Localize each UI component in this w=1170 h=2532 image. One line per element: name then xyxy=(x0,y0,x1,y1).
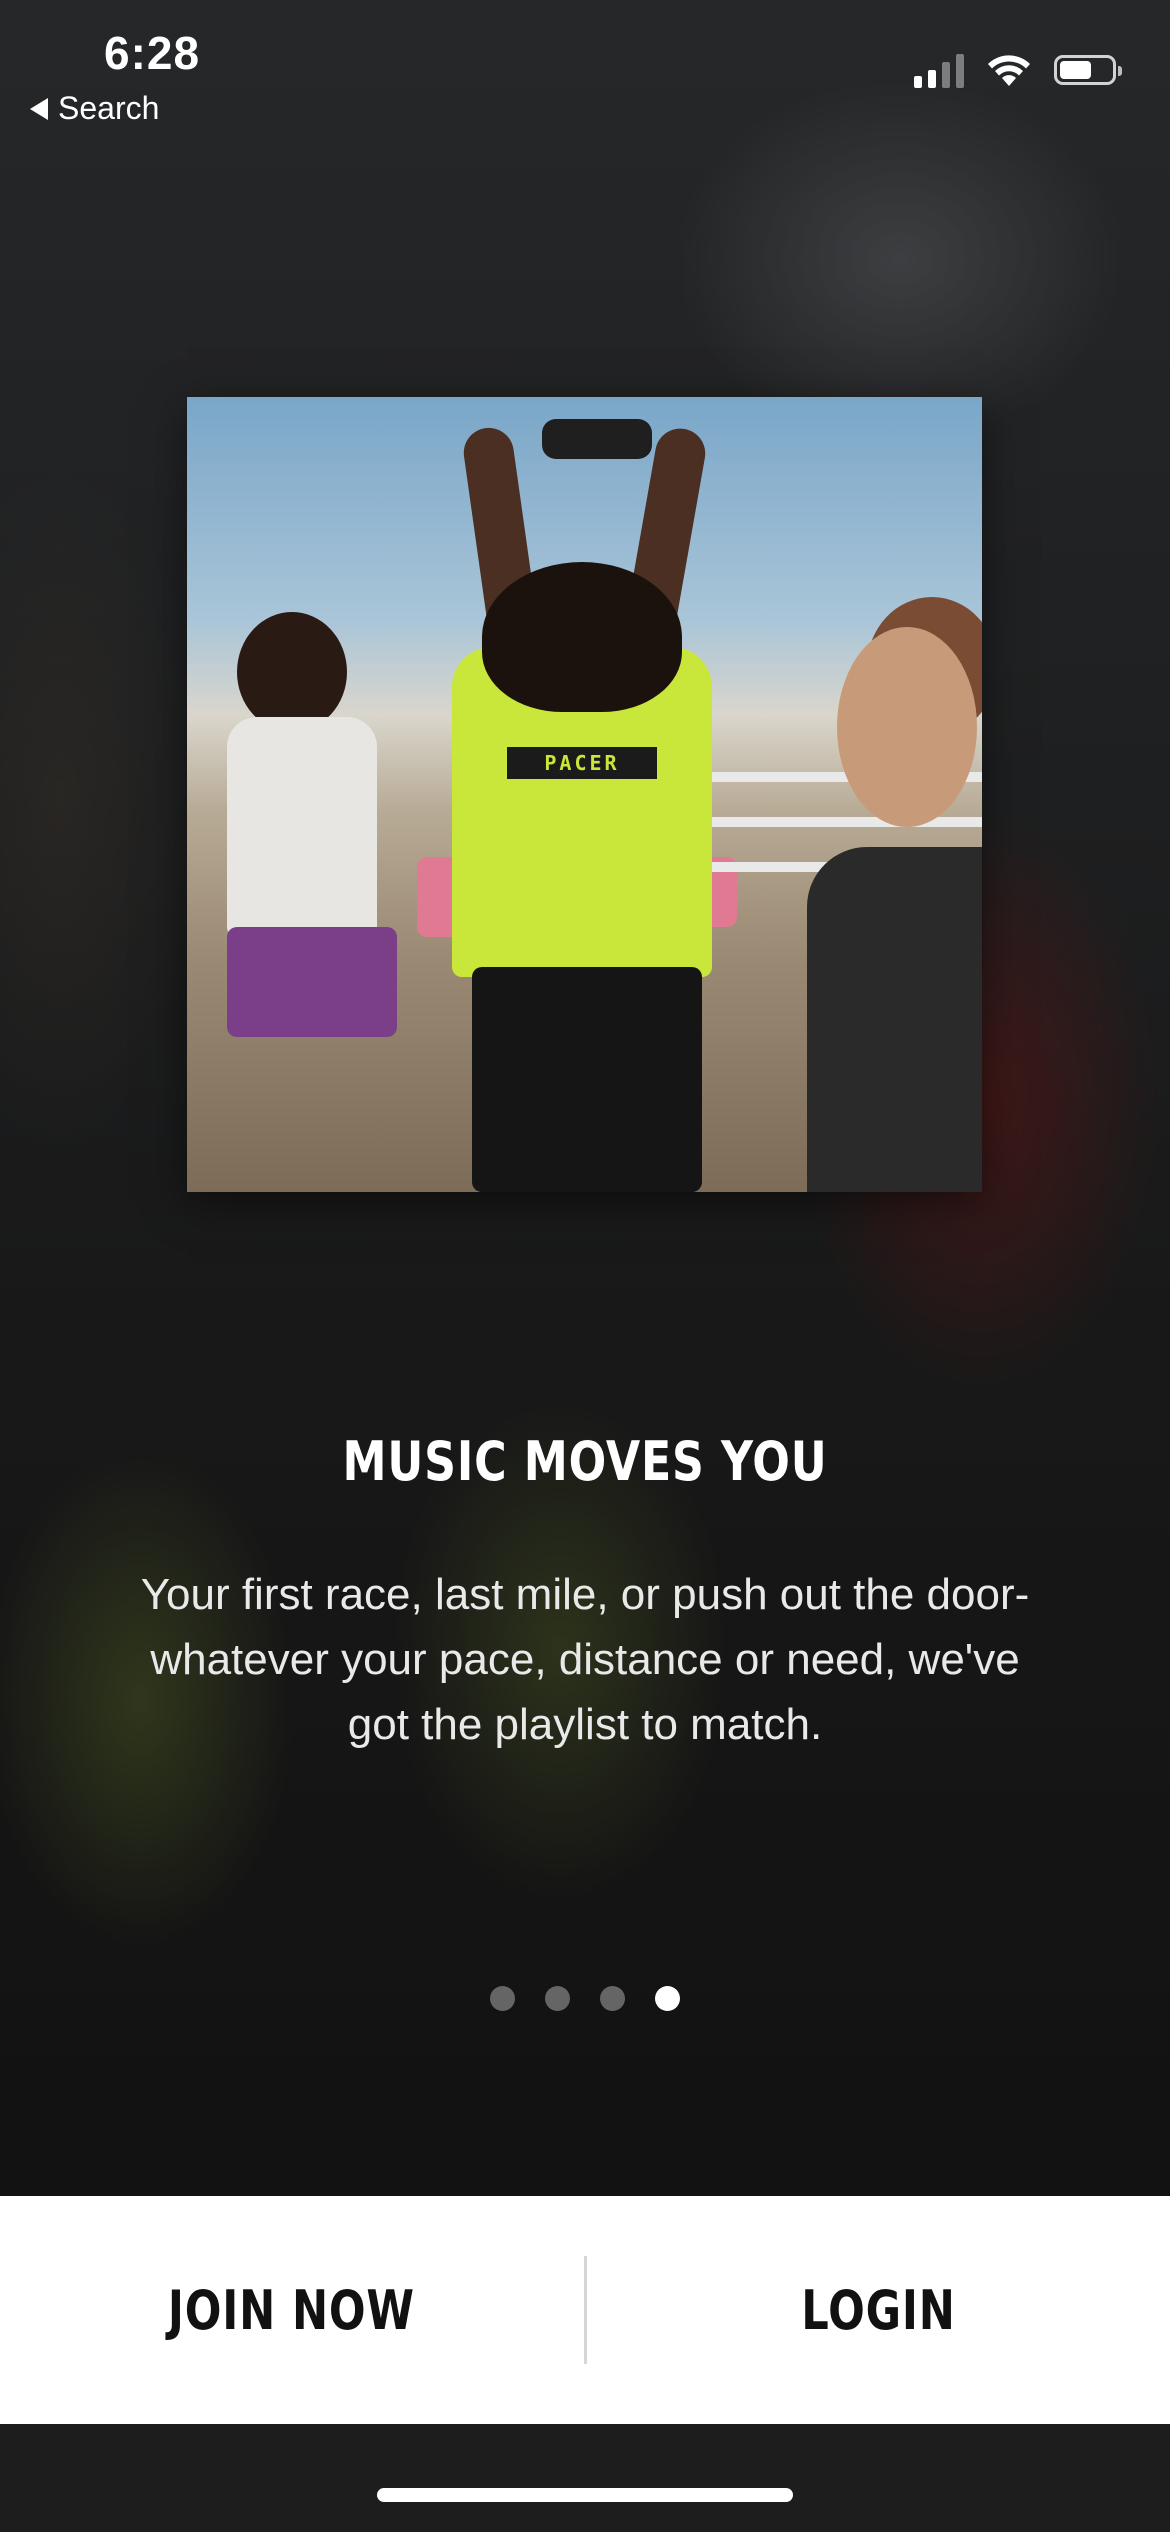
onboarding-description: Your first race, last mile, or push out … xyxy=(140,1570,1030,1749)
status-time: 6:28 xyxy=(104,27,201,79)
page-dot-2[interactable] xyxy=(545,1986,570,2011)
join-now-label: JOIN NOW xyxy=(168,2278,416,2342)
page-dot-3[interactable] xyxy=(600,1986,625,2011)
status-icons xyxy=(914,52,1122,88)
action-bar: JOIN NOW LOGIN xyxy=(0,2196,1170,2424)
page-indicator[interactable] xyxy=(0,1986,1170,2011)
shirt-logo: PACER xyxy=(507,747,657,779)
back-to-search-link[interactable]: Search xyxy=(30,90,159,127)
page-dot-4[interactable] xyxy=(655,1986,680,2011)
bottom-safe-area xyxy=(0,2424,1170,2532)
onboarding-title: MUSIC MOVES YOU xyxy=(342,1430,828,1493)
back-triangle-icon xyxy=(30,97,48,120)
wifi-icon xyxy=(988,55,1030,86)
hero-image: PACER xyxy=(187,397,982,1192)
cellular-signal-icon xyxy=(914,52,964,88)
login-button[interactable]: LOGIN xyxy=(587,2196,1170,2424)
login-label: LOGIN xyxy=(801,2278,956,2342)
join-now-button[interactable]: JOIN NOW xyxy=(0,2196,584,2424)
back-link-label: Search xyxy=(58,90,160,126)
home-indicator[interactable] xyxy=(377,2488,793,2502)
battery-icon xyxy=(1054,55,1122,85)
battery-fill xyxy=(1060,61,1091,79)
page-dot-1[interactable] xyxy=(490,1986,515,2011)
